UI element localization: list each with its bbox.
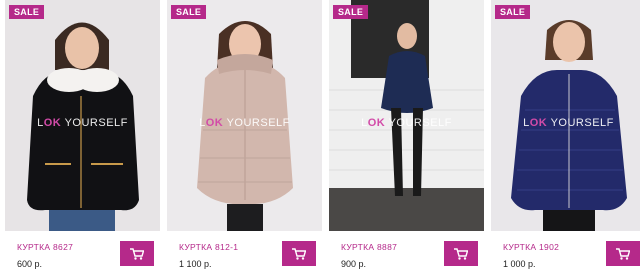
cart-icon: [130, 247, 144, 260]
product-card[interactable]: SALE LOK YOURSELF КУРТКА 1902 1 000 р.: [491, 0, 640, 278]
product-name-link[interactable]: КУРТКА 8627: [17, 242, 73, 252]
add-to-cart-button[interactable]: [606, 241, 640, 266]
sale-badge: SALE: [333, 5, 369, 19]
add-to-cart-button[interactable]: [120, 241, 154, 266]
product-price: 1 000 р.: [503, 259, 536, 269]
sale-badge: SALE: [9, 5, 45, 19]
sale-badge: SALE: [171, 5, 207, 19]
watermark: LOK YOURSELF: [523, 117, 614, 129]
product-price: 600 р.: [17, 259, 43, 269]
watermark: LOK YOURSELF: [199, 117, 290, 129]
product-price: 1 100 р.: [179, 259, 212, 269]
product-photo[interactable]: SALE LOK YOURSELF: [329, 0, 484, 231]
product-name-link[interactable]: КУРТКА 1902: [503, 242, 559, 252]
product-photo[interactable]: SALE LOK YOURSELF: [167, 0, 322, 231]
add-to-cart-button[interactable]: [282, 241, 316, 266]
product-card[interactable]: SALE LOK YOURSELF КУРТКА 812-1 1 100 р.: [167, 0, 322, 278]
cart-icon: [454, 247, 468, 260]
product-name-link[interactable]: КУРТКА 812-1: [179, 242, 238, 252]
product-name-link[interactable]: КУРТКА 8887: [341, 242, 397, 252]
product-price: 900 р.: [341, 259, 367, 269]
product-card[interactable]: SALE LOK YOURSELF КУРТКА 8627 600 р.: [5, 0, 160, 278]
product-grid: SALE LOK YOURSELF КУРТКА 8627 600 р. SAL…: [0, 0, 640, 278]
cart-icon: [616, 247, 630, 260]
product-card[interactable]: SALE LOK YOURSELF КУРТКА 8887 900 р.: [329, 0, 484, 278]
watermark: LOK YOURSELF: [37, 117, 128, 129]
cart-icon: [292, 247, 306, 260]
add-to-cart-button[interactable]: [444, 241, 478, 266]
sale-badge: SALE: [495, 5, 531, 19]
product-photo[interactable]: SALE LOK YOURSELF: [5, 0, 160, 231]
product-photo[interactable]: SALE LOK YOURSELF: [491, 0, 640, 231]
watermark: LOK YOURSELF: [361, 117, 452, 129]
